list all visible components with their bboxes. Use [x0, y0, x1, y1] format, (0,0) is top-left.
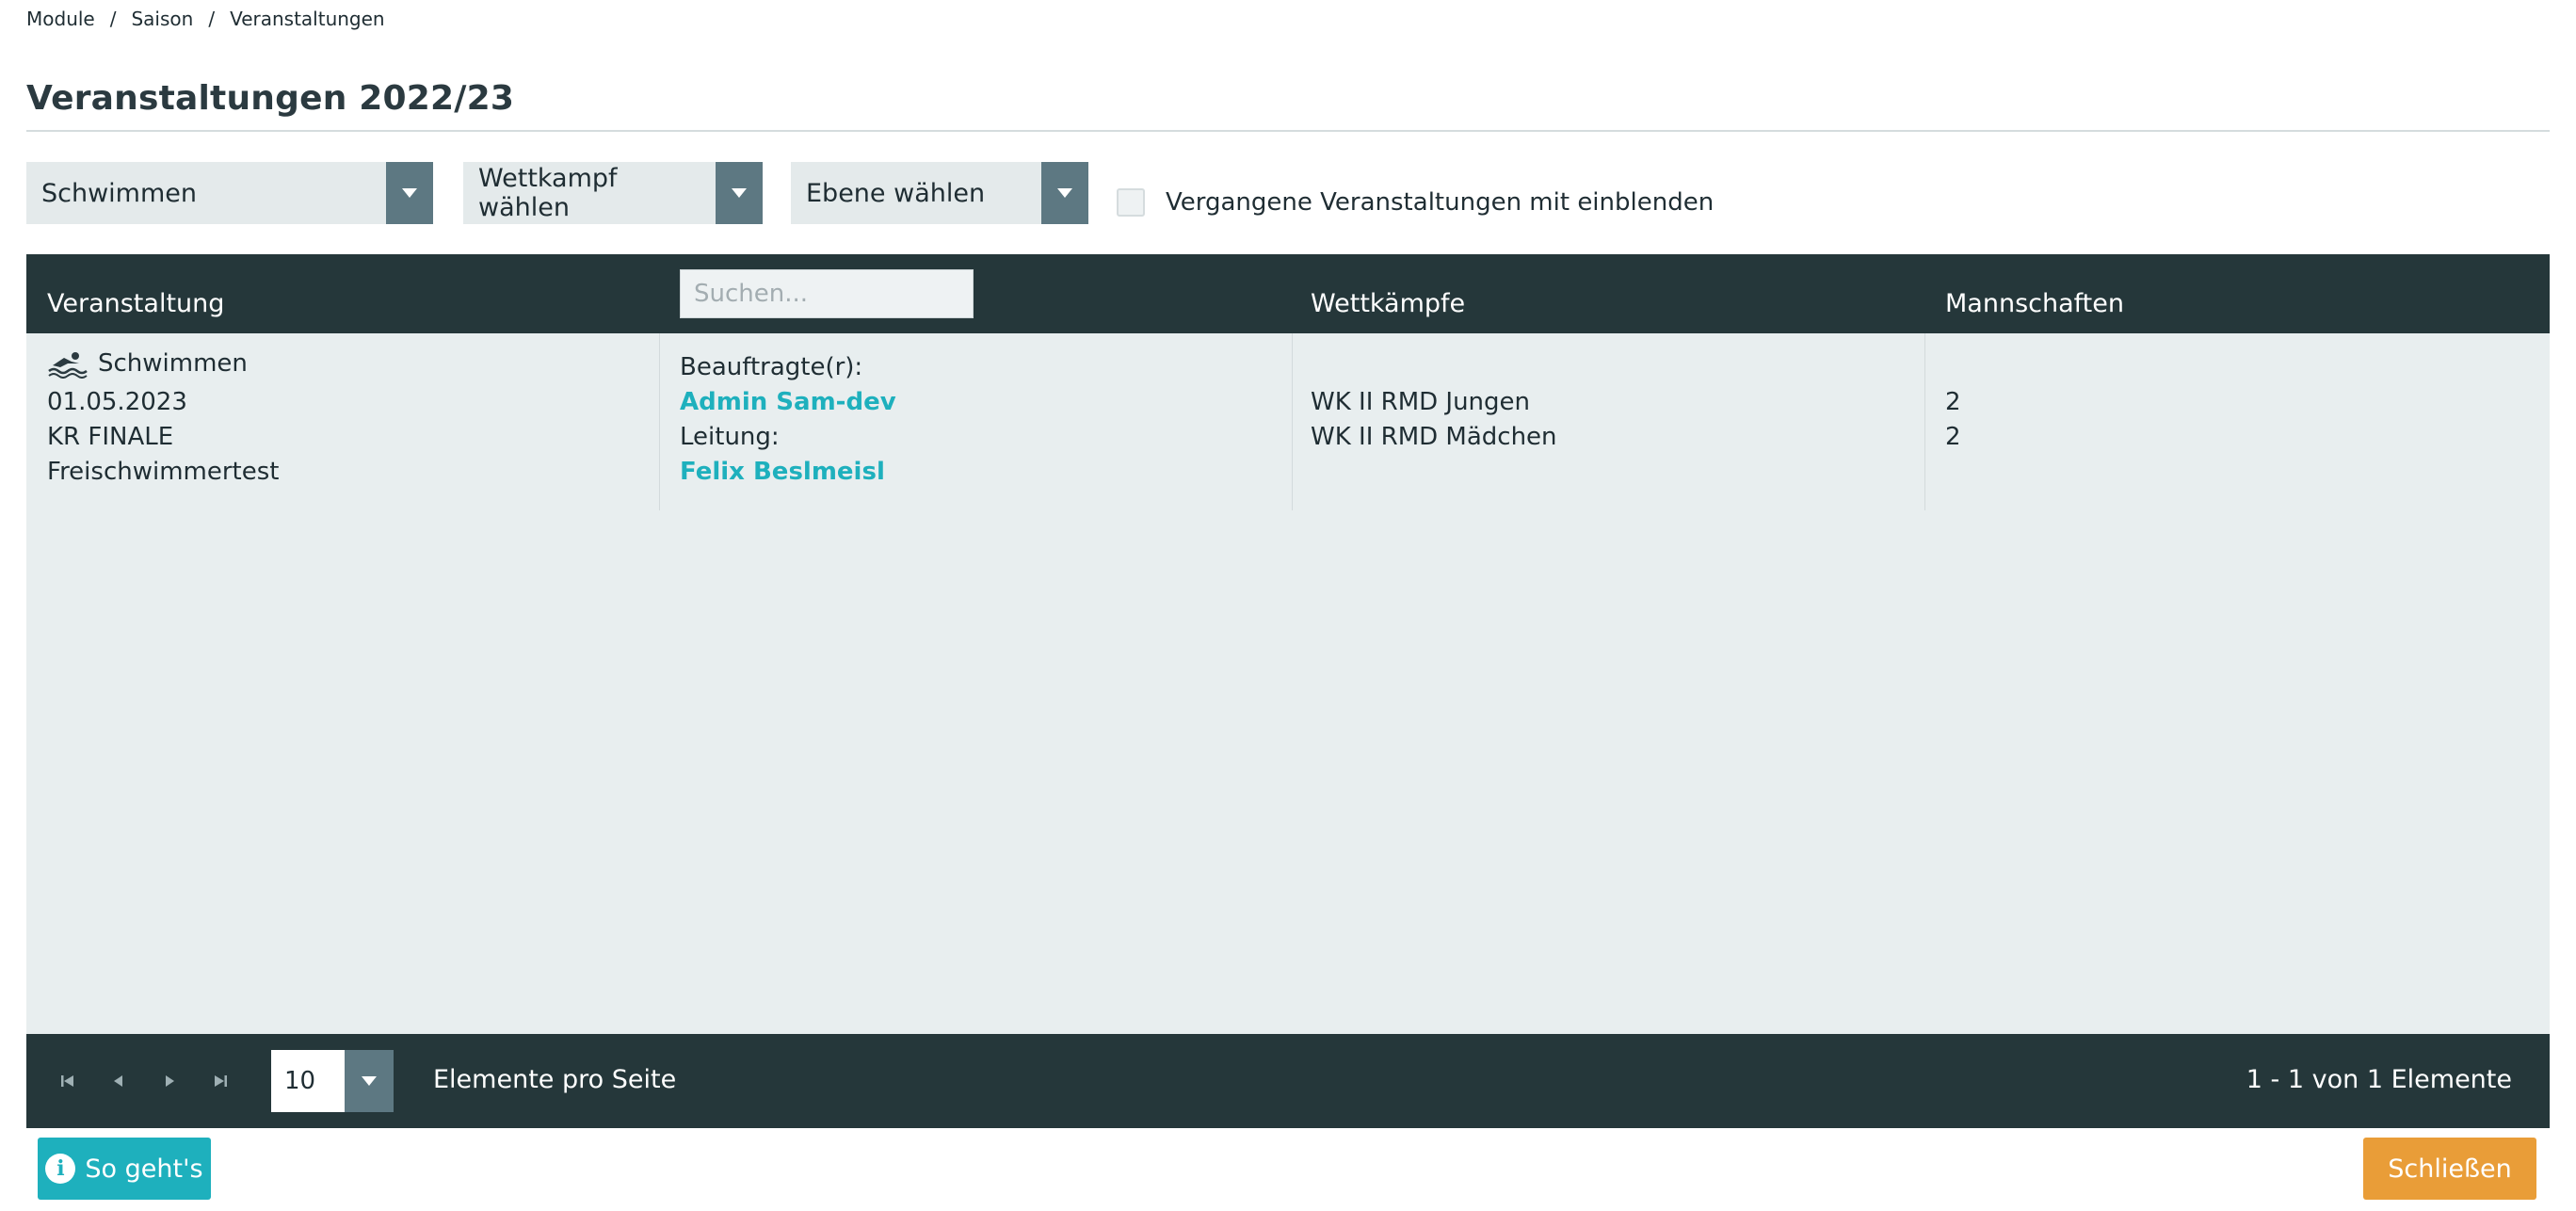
help-button[interactable]: i So geht's [38, 1138, 211, 1200]
chevron-down-icon[interactable] [716, 162, 763, 224]
chevron-down-icon[interactable] [345, 1050, 394, 1112]
chevron-down-icon[interactable] [386, 162, 433, 224]
last-page-icon[interactable] [207, 1068, 233, 1094]
title-divider [26, 130, 2550, 132]
show-past-toggle[interactable]: Vergangene Veranstaltungen mit einblende… [1117, 188, 1714, 217]
competition-select[interactable]: Wettkampf wählen [463, 162, 763, 224]
commissioner-link[interactable]: Admin Sam-dev [680, 385, 896, 420]
info-icon: i [45, 1154, 76, 1184]
event-date: 01.05.2023 [47, 388, 187, 416]
event-sport: Schwimmen [98, 349, 248, 378]
pager: 10 Elemente pro Seite 1 - 1 von 1 Elemen… [26, 1034, 2550, 1128]
events-grid: Veranstaltung Wettkämpfe Mannschaften Sc… [26, 254, 2550, 1128]
column-divider [1924, 333, 1925, 510]
sport-select[interactable]: Schwimmen [26, 162, 433, 224]
page-size-select[interactable]: 10 [271, 1050, 394, 1112]
lead-link[interactable]: Felix Beslmeisl [680, 455, 896, 490]
close-button[interactable]: Schließen [2363, 1138, 2536, 1200]
sport-select-value: Schwimmen [41, 178, 198, 208]
page-size-value: 10 [284, 1067, 316, 1095]
chevron-down-icon[interactable] [1041, 162, 1088, 224]
event-round: KR FINALE [47, 423, 174, 451]
column-header-event[interactable]: Veranstaltung [47, 254, 224, 333]
competition-item: WK II RMD Jungen [1311, 388, 1531, 416]
event-cell: Schwimmen 01.05.2023 KR FINALE Freischwi… [47, 347, 279, 490]
next-page-icon[interactable] [156, 1068, 183, 1094]
teams-cell: 2 2 [1945, 385, 1961, 455]
team-count: 2 [1945, 423, 1961, 451]
previous-page-icon[interactable] [105, 1068, 132, 1094]
item-count: 1 - 1 von 1 Elemente [2246, 1065, 2512, 1094]
per-page-label: Elemente pro Seite [433, 1065, 677, 1094]
level-select-value: Ebene wählen [806, 178, 986, 208]
column-header-competitions[interactable]: Wettkämpfe [1311, 254, 1465, 333]
event-name: Freischwimmertest [47, 458, 280, 486]
breadcrumb-module[interactable]: Module [26, 8, 95, 30]
contacts-cell: Beauftragte(r): Admin Sam-dev Leitung: F… [680, 350, 896, 490]
breadcrumb-current: Veranstaltungen [230, 8, 385, 30]
team-count: 2 [1945, 388, 1961, 416]
grid-header: Veranstaltung Wettkämpfe Mannschaften [26, 254, 2550, 333]
column-divider [659, 333, 660, 510]
page-title: Veranstaltungen 2022/23 [26, 79, 515, 118]
breadcrumb-separator: / [109, 8, 117, 30]
column-header-teams[interactable]: Mannschaften [1945, 254, 2124, 333]
close-button-label: Schließen [2388, 1154, 2512, 1184]
show-past-checkbox[interactable] [1117, 188, 1145, 217]
search-input[interactable] [680, 269, 974, 318]
commissioner-label: Beauftragte(r): [680, 353, 863, 381]
breadcrumb-saison[interactable]: Saison [131, 8, 193, 30]
competitions-cell: WK II RMD Jungen WK II RMD Mädchen [1311, 385, 1557, 455]
help-button-label: So geht's [85, 1154, 203, 1184]
first-page-icon[interactable] [55, 1068, 81, 1094]
swimmer-icon [47, 350, 89, 379]
competition-select-value: Wettkampf wählen [478, 164, 618, 222]
show-past-label[interactable]: Vergangene Veranstaltungen mit einblende… [1166, 188, 1714, 217]
breadcrumb-separator: / [208, 8, 216, 30]
column-divider [1292, 333, 1293, 510]
lead-label: Leitung: [680, 423, 780, 451]
level-select[interactable]: Ebene wählen [791, 162, 1088, 224]
competition-item: WK II RMD Mädchen [1311, 423, 1557, 451]
breadcrumb: Module / Saison / Veranstaltungen [26, 8, 385, 30]
